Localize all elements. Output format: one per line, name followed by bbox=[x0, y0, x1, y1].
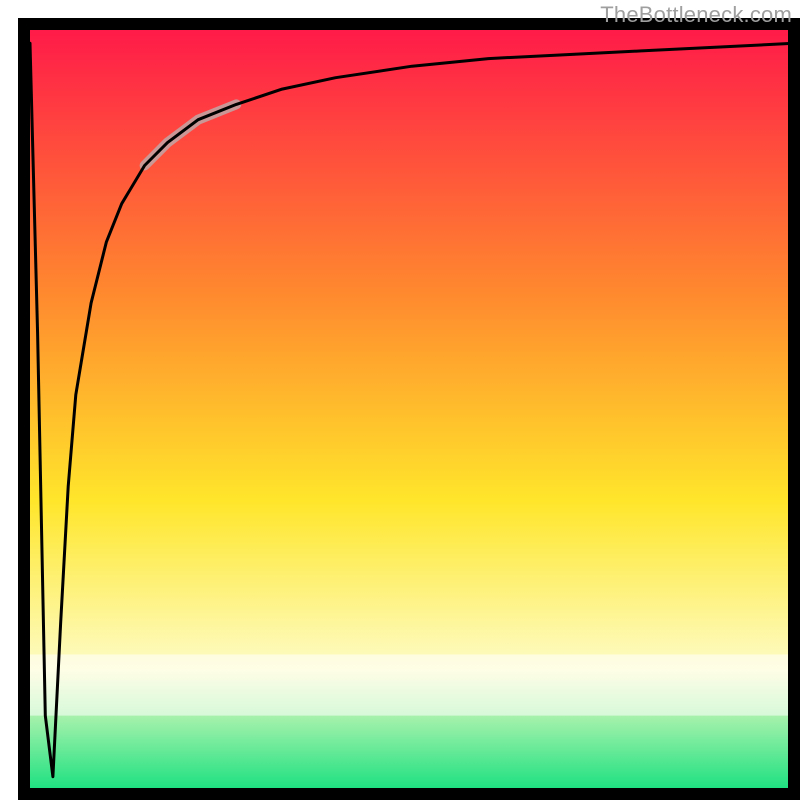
fade-band bbox=[30, 655, 794, 716]
watermark-label: TheBottleneck.com bbox=[600, 2, 792, 28]
chart-container: TheBottleneck.com bbox=[0, 0, 800, 800]
bottleneck-chart bbox=[0, 0, 800, 800]
